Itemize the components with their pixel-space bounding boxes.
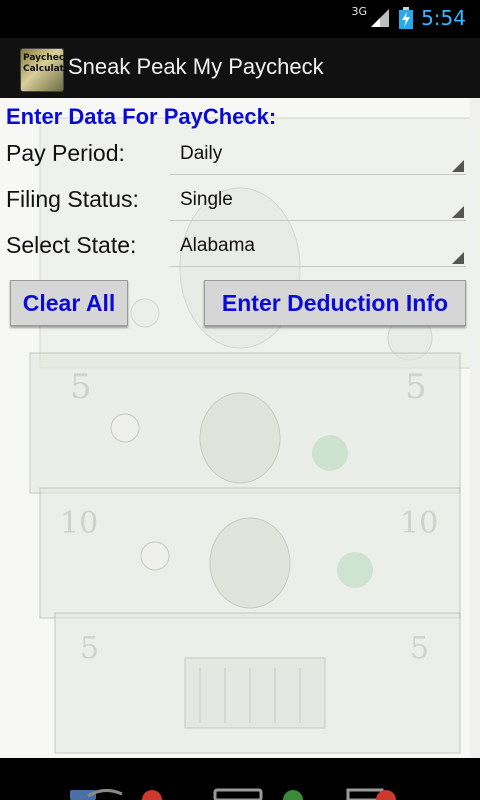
dropdown-caret-icon <box>452 206 464 218</box>
clear-all-button[interactable]: Clear All <box>10 280 128 326</box>
state-dropdown[interactable]: Alabama <box>170 226 466 267</box>
browser-icon[interactable] <box>142 790 162 800</box>
state-value: Alabama <box>180 235 255 256</box>
phone-icon[interactable] <box>283 790 303 800</box>
scrollbar[interactable] <box>470 98 480 758</box>
state-label: Select State: <box>6 232 137 258</box>
dropdown-caret-icon <box>452 160 464 172</box>
dropdown-caret-icon <box>452 252 464 264</box>
signal-icon <box>371 9 390 27</box>
filing-status-label: Filing Status: <box>6 186 139 212</box>
filing-status-dropdown[interactable]: Single <box>170 180 466 221</box>
pay-period-dropdown[interactable]: Daily <box>170 134 466 175</box>
app-title: Sneak Peak My Paycheck <box>68 54 324 79</box>
enter-deduction-info-button[interactable]: Enter Deduction Info <box>204 280 466 326</box>
clock: 5:54 <box>421 6 466 30</box>
status-bar: 3G 5:54 <box>0 0 480 38</box>
svg-text:5: 5 <box>410 631 429 666</box>
app-logo-icon[interactable]: Paycheck Calculator <box>20 48 75 92</box>
home-icon[interactable] <box>213 788 263 800</box>
pay-period-value: Daily <box>180 143 223 164</box>
network-type: 3G <box>351 4 368 18</box>
svg-text:5: 5 <box>80 631 99 666</box>
svg-text:5: 5 <box>405 367 427 407</box>
svg-text:5: 5 <box>70 367 92 407</box>
navigation-bar <box>0 758 480 800</box>
nav-icons <box>70 788 396 800</box>
form-heading: Enter Data For PayCheck: <box>6 104 277 129</box>
battery-icon <box>399 7 414 29</box>
main-content: 5 5 10 10 5 5 Enter Data For PayCheck: P… <box>0 98 470 758</box>
action-bar: Paycheck Calculator Sneak Peak My Payche… <box>0 38 480 98</box>
status-indicators: 3G 5:54 <box>351 4 466 31</box>
app-logo-text: Paycheck Calculator <box>23 53 75 74</box>
svg-text:10: 10 <box>400 506 438 541</box>
pay-period-label: Pay Period: <box>6 140 125 166</box>
filing-status-value: Single <box>180 189 233 210</box>
svg-text:10: 10 <box>60 506 98 541</box>
